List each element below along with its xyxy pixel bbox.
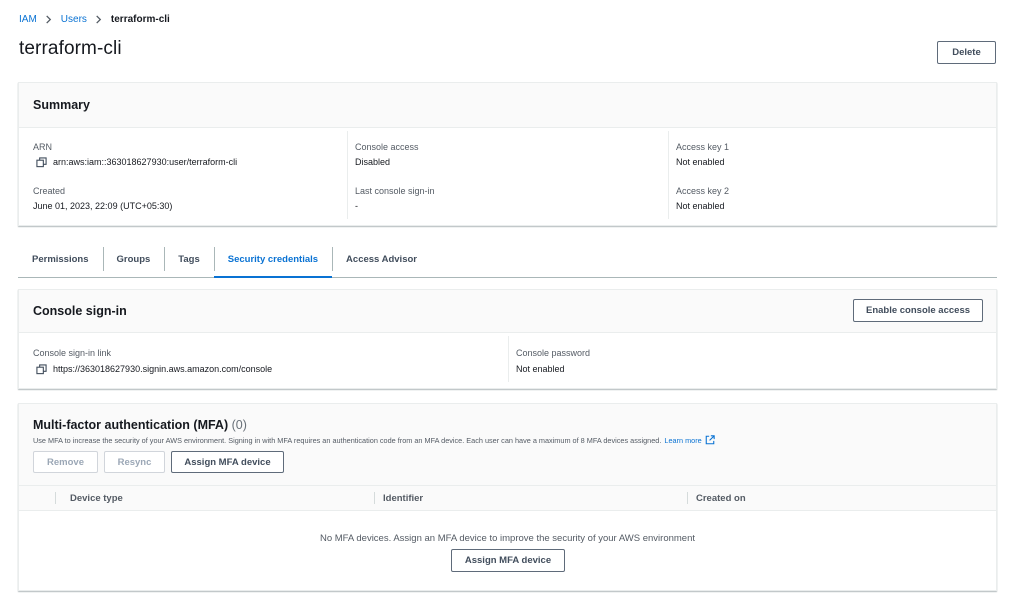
mfa-title-text: Multi-factor authentication (MFA) — [33, 418, 229, 432]
assign-mfa-device-button[interactable]: Assign MFA device — [171, 451, 284, 473]
mfa-panel: Multi-factor authentication (MFA) (0) Us… — [18, 403, 997, 591]
mfa-header: Multi-factor authentication (MFA) (0) Us… — [19, 404, 996, 485]
breadcrumb-current: terraform-cli — [110, 13, 170, 25]
arn-value-row: arn:aws:iam::363018627930:user/terraform… — [33, 156, 348, 168]
learn-more-link[interactable]: Learn more — [664, 436, 701, 445]
access-key-1-value: Not enabled — [676, 157, 725, 167]
last-sign-in-label: Last console sign-in — [355, 186, 435, 196]
page-title: terraform-cli — [19, 38, 122, 59]
copy-icon[interactable] — [36, 363, 47, 375]
console-signin-title: Console sign-in — [33, 304, 127, 318]
copy-icon[interactable] — [36, 156, 47, 168]
last-sign-in-field: Last console sign-in - — [355, 175, 668, 219]
access-key-2-value: Not enabled — [676, 201, 725, 211]
created-value: June 01, 2023, 22:09 (UTC+05:30) — [33, 201, 173, 211]
enable-console-access-button[interactable]: Enable console access — [853, 299, 983, 322]
column-identifier[interactable]: Identifier — [373, 486, 423, 510]
mfa-empty-message: No MFA devices. Assign an MFA device to … — [319, 533, 696, 544]
empty-assign-mfa-device-button[interactable]: Assign MFA device — [451, 549, 565, 572]
external-link-icon[interactable] — [705, 435, 715, 445]
console-link-value: https://363018627930.signin.aws.amazon.c… — [53, 364, 273, 374]
tab-access-advisor[interactable]: Access Advisor — [332, 241, 431, 277]
remove-mfa-button[interactable]: Remove — [33, 451, 98, 473]
mfa-title: Multi-factor authentication (MFA) (0) — [33, 418, 247, 432]
column-created-on[interactable]: Created on — [687, 486, 746, 510]
console-link-column: Console sign-in link https://36301862793… — [33, 336, 508, 382]
console-link-field: Console sign-in link https://36301862793… — [33, 336, 508, 380]
tab-tags[interactable]: Tags — [164, 241, 213, 277]
mfa-count: (0) — [231, 418, 247, 432]
console-signin-panel: Console sign-in Enable console access Co… — [18, 289, 997, 389]
arn-label: ARN — [33, 142, 53, 152]
tab-permissions[interactable]: Permissions — [18, 241, 103, 277]
created-label: Created — [33, 186, 66, 196]
delete-user-button[interactable]: Delete — [937, 41, 996, 64]
mfa-actions: Remove Resync Assign MFA device — [33, 451, 284, 473]
tab-groups[interactable]: Groups — [102, 241, 165, 277]
chevron-right-icon — [92, 12, 106, 26]
access-key-2-field: Access key 2 Not enabled — [676, 175, 993, 219]
console-link-value-row: https://363018627930.signin.aws.amazon.c… — [33, 363, 508, 375]
created-field: Created June 01, 2023, 22:09 (UTC+05:30) — [33, 175, 348, 219]
console-password-label: Console password — [516, 348, 591, 358]
summary-header: Summary — [19, 83, 996, 128]
summary-column-3: Access key 1 Not enabled Access key 2 No… — [668, 131, 993, 219]
summary-column-1: ARN arn:aws:iam::363018627930:user/terra… — [33, 131, 348, 219]
console-password-column: Console password Not enabled — [508, 336, 993, 382]
console-signin-header: Console sign-in Enable console access — [19, 290, 996, 333]
breadcrumb-users-link[interactable]: Users — [61, 14, 87, 25]
access-key-1-label: Access key 1 — [676, 142, 730, 152]
column-divider — [55, 492, 56, 504]
user-tabs: Permissions Groups Tags Security credent… — [18, 241, 997, 278]
column-device-type[interactable]: Device type — [70, 486, 123, 510]
console-access-value: Disabled — [355, 157, 391, 167]
breadcrumb-iam-link[interactable]: IAM — [19, 14, 37, 25]
summary-title: Summary — [33, 98, 90, 112]
breadcrumb: IAM Users terraform-cli — [19, 12, 170, 26]
tab-security-credentials[interactable]: Security credentials — [213, 241, 333, 278]
summary-column-2: Console access Disabled Last console sig… — [347, 131, 668, 219]
access-key-2-label: Access key 2 — [676, 186, 730, 196]
console-password-value: Not enabled — [516, 364, 565, 374]
last-sign-in-value: - — [355, 201, 358, 211]
arn-field: ARN arn:aws:iam::363018627930:user/terra… — [33, 131, 348, 175]
resync-mfa-button[interactable]: Resync — [104, 451, 165, 473]
mfa-description-text: Use MFA to increase the security of your… — [33, 435, 662, 445]
console-password-field: Console password Not enabled — [516, 336, 993, 380]
mfa-table-header: Device type Identifier Created on — [19, 485, 996, 511]
access-key-1-field: Access key 1 Not enabled — [676, 131, 993, 175]
mfa-description: Use MFA to increase the security of your… — [33, 435, 715, 445]
console-link-label: Console sign-in link — [33, 348, 112, 358]
chevron-right-icon — [42, 12, 56, 26]
console-access-label: Console access — [355, 142, 419, 152]
arn-value: arn:aws:iam::363018627930:user/terraform… — [53, 157, 238, 167]
summary-panel: Summary ARN arn:aws:iam::363018627930:us… — [18, 82, 997, 226]
console-access-field: Console access Disabled — [355, 131, 668, 175]
